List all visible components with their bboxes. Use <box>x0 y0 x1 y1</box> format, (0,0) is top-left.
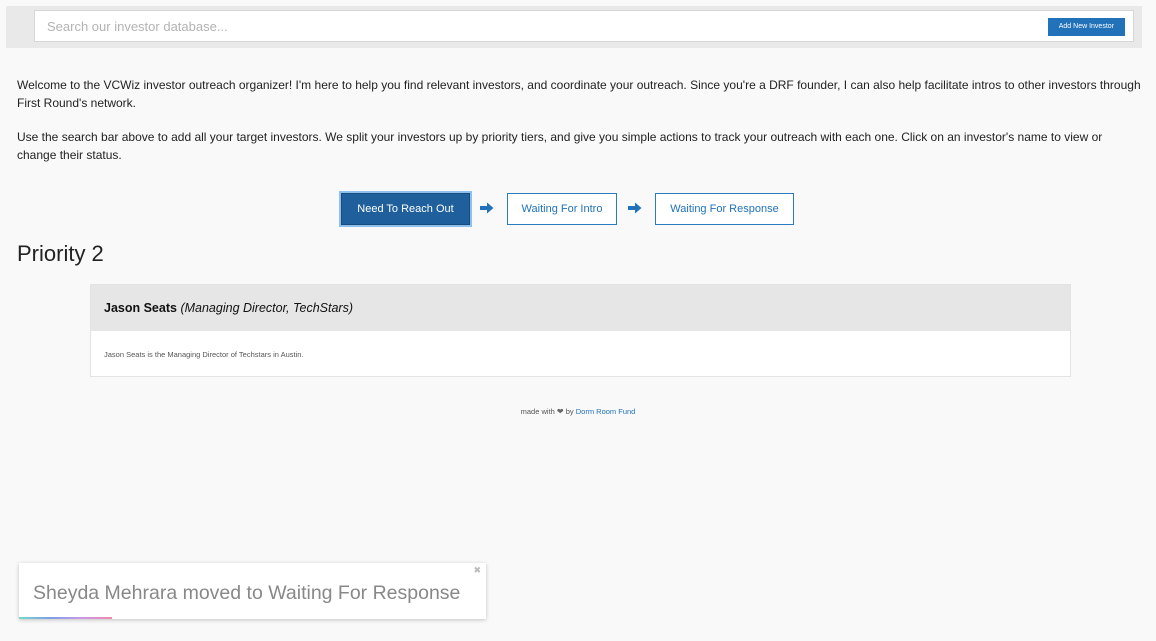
footer-by: by <box>565 407 574 416</box>
toast-message: Sheyda Mehrara moved to Waiting For Resp… <box>33 582 461 604</box>
investor-role: (Managing Director, TechStars) <box>180 301 353 315</box>
footer: made with ❤ by Dorm Room Fund <box>0 407 1156 416</box>
search-bar-container: Add New Investor <box>6 6 1142 48</box>
heart-icon: ❤ <box>556 407 564 416</box>
investor-card-header[interactable]: Jason Seats (Managing Director, TechStar… <box>91 285 1070 331</box>
search-box: Add New Investor <box>34 10 1134 42</box>
status-step-waiting-for-response[interactable]: Waiting For Response <box>655 193 794 225</box>
status-step-need-to-reach-out[interactable]: Need To Reach Out <box>341 193 470 225</box>
toast-progress-bar <box>19 617 113 619</box>
close-icon[interactable]: ✖ <box>473 565 481 576</box>
investor-search-input[interactable] <box>35 11 1015 41</box>
dorm-room-fund-link[interactable]: Dorm Room Fund <box>576 407 636 416</box>
priority-heading: Priority 2 <box>17 241 104 266</box>
status-step-waiting-for-intro[interactable]: Waiting For Intro <box>507 193 617 225</box>
add-new-investor-button[interactable]: Add New Investor <box>1047 18 1125 36</box>
intro-paragraph-instructions: Use the search bar above to add all your… <box>17 130 1103 162</box>
arrow-right-icon <box>480 202 494 214</box>
footer-prefix: made with <box>520 407 555 416</box>
notification-toast: ✖ Sheyda Mehrara moved to Waiting For Re… <box>19 563 486 619</box>
investor-name[interactable]: Jason Seats <box>104 301 177 315</box>
intro-paragraph-welcome: Welcome to the VCWiz investor outreach o… <box>17 78 1141 110</box>
investor-card: Jason Seats (Managing Director, TechStar… <box>90 284 1071 377</box>
investor-description: Jason Seats is the Managing Director of … <box>104 350 304 359</box>
arrow-right-icon <box>628 202 642 214</box>
